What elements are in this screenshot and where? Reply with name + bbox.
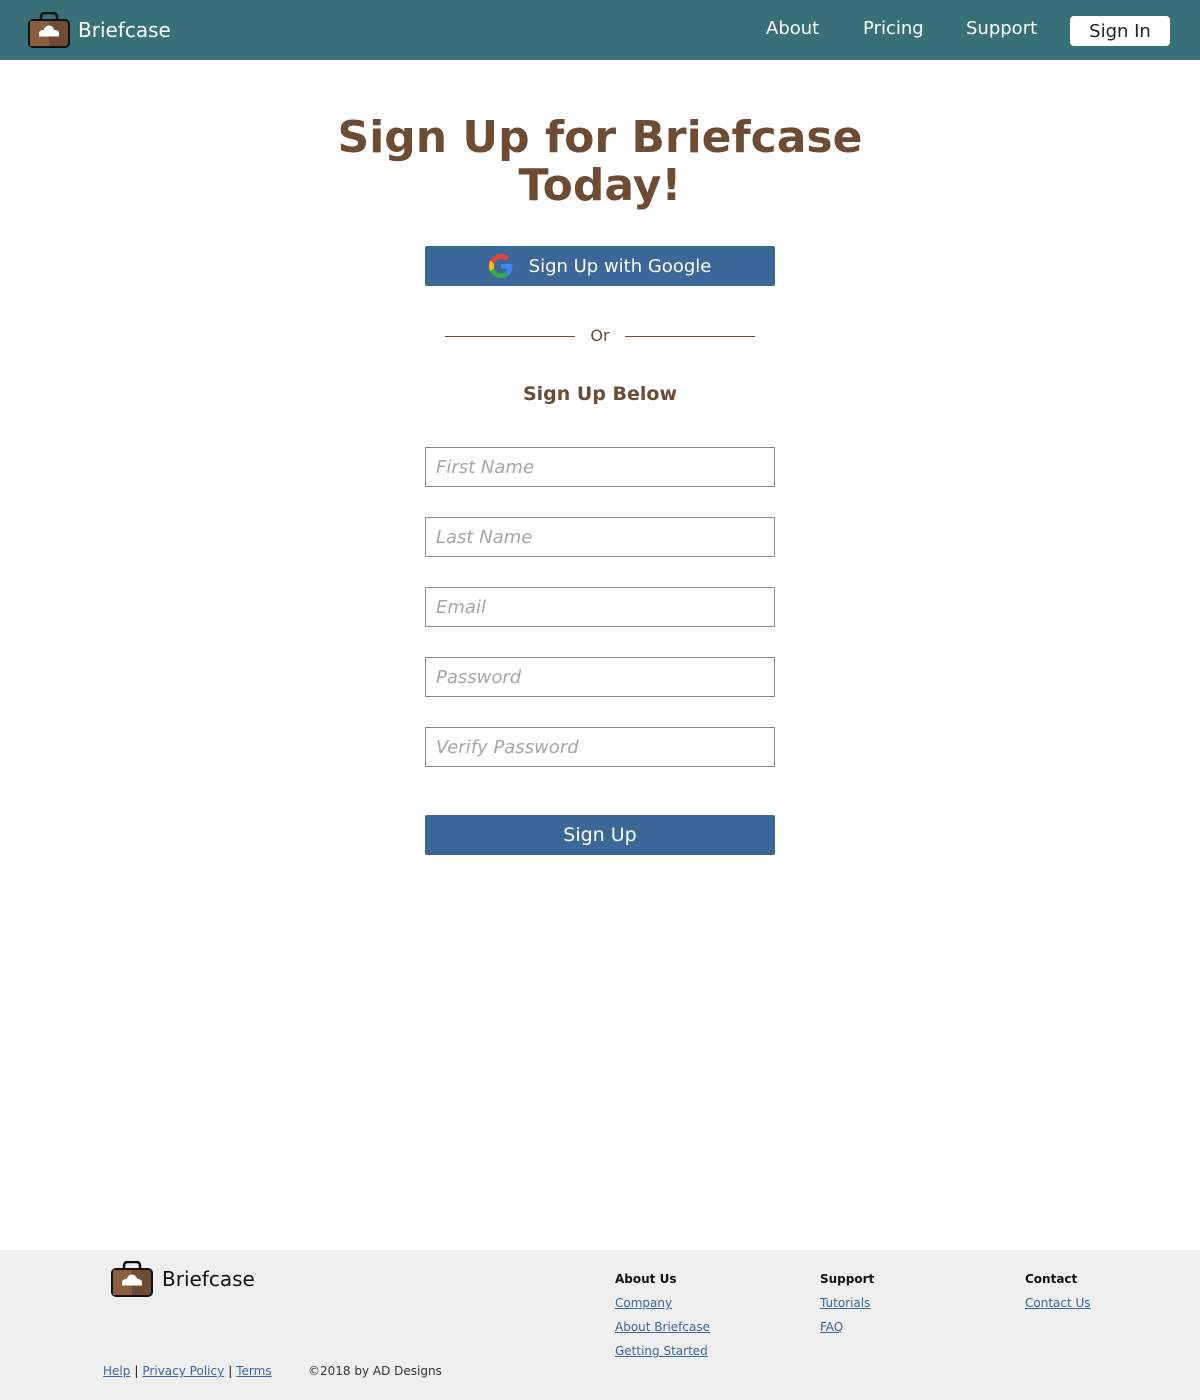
footer-column-contact: Contact Contact Us: [1025, 1272, 1091, 1320]
signup-subheading: Sign Up Below: [522, 383, 678, 405]
footer-column-heading: Contact: [1025, 1272, 1078, 1286]
footer-brand-link[interactable]: Briefcase: [110, 1261, 255, 1297]
footer-link-faq[interactable]: FAQ: [820, 1320, 874, 1344]
sign-in-button[interactable]: Sign In: [1070, 16, 1170, 46]
footer-link-help[interactable]: Help: [103, 1364, 130, 1378]
legal-links: Help | Privacy Policy | Terms: [103, 1364, 272, 1378]
footer-link-terms[interactable]: Terms: [236, 1364, 271, 1378]
legal-separator: |: [134, 1364, 139, 1378]
divider-or-text: Or: [590, 326, 610, 345]
google-icon: [488, 254, 513, 278]
footer-column-support: Support Tutorials FAQ: [820, 1272, 874, 1344]
footer-column-heading: Support: [820, 1272, 875, 1286]
nav-link-pricing[interactable]: Pricing: [863, 18, 924, 39]
email-field[interactable]: [425, 587, 775, 627]
footer-link-contact-us[interactable]: Contact Us: [1025, 1296, 1091, 1320]
page-footer: Briefcase About Us Company About Briefca…: [0, 1250, 1200, 1400]
briefcase-cloud-icon: [111, 1261, 153, 1297]
first-name-field[interactable]: [425, 447, 775, 487]
footer-column-heading: About Us: [615, 1272, 677, 1286]
copyright-text: ©2018 by AD Designs: [308, 1364, 442, 1378]
briefcase-cloud-icon: [28, 12, 70, 48]
sign-up-submit-button[interactable]: Sign Up: [425, 815, 775, 855]
footer-link-about-briefcase[interactable]: About Briefcase: [615, 1320, 710, 1344]
footer-link-tutorials[interactable]: Tutorials: [820, 1296, 874, 1320]
password-field[interactable]: [425, 657, 775, 697]
footer-link-getting-started[interactable]: Getting Started: [615, 1344, 710, 1368]
last-name-field[interactable]: [425, 517, 775, 557]
footer-column-about: About Us Company About Briefcase Getting…: [615, 1272, 710, 1368]
google-signup-button[interactable]: Sign Up with Google: [425, 246, 775, 286]
page-title: Sign Up for Briefcase Today!: [337, 112, 863, 211]
verify-password-field[interactable]: [425, 727, 775, 767]
footer-link-company[interactable]: Company: [615, 1296, 710, 1320]
divider-line-right: [625, 336, 755, 337]
footer-brand-name: Briefcase: [162, 1267, 255, 1291]
legal-separator: |: [228, 1364, 233, 1378]
nav-link-about[interactable]: About: [766, 18, 819, 39]
divider-line-left: [445, 336, 575, 337]
footer-link-privacy-policy[interactable]: Privacy Policy: [142, 1364, 224, 1378]
google-signup-label: Sign Up with Google: [528, 255, 712, 277]
nav-brand-link[interactable]: Briefcase: [28, 10, 171, 50]
nav-link-support[interactable]: Support: [966, 18, 1037, 39]
top-navbar: Briefcase About Pricing Support Sign In: [0, 0, 1200, 60]
nav-brand-name: Briefcase: [78, 18, 171, 42]
